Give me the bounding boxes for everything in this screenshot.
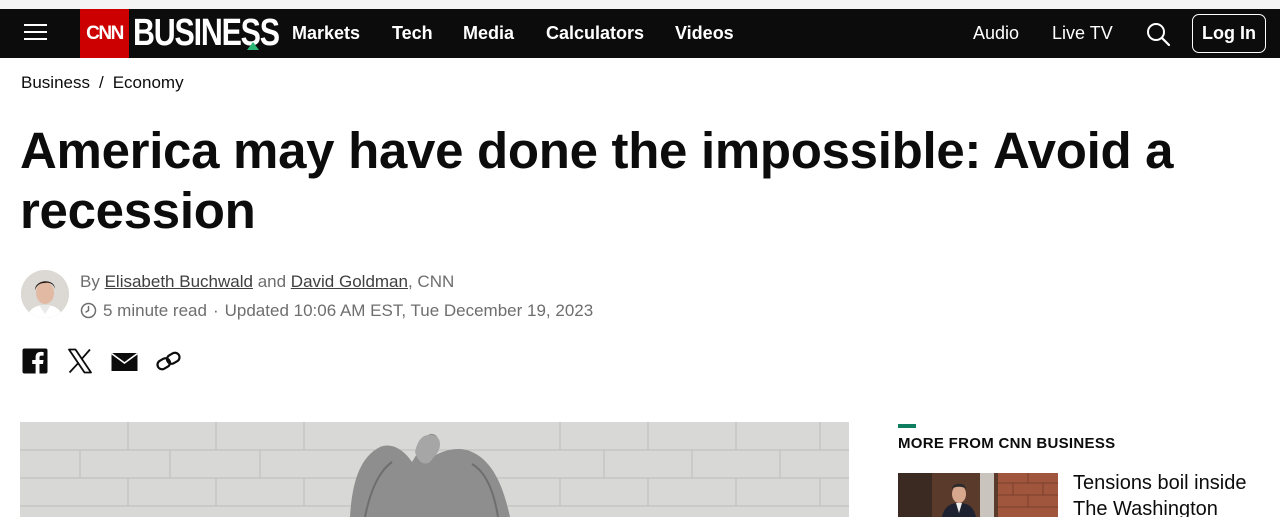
facebook-icon[interactable] xyxy=(22,347,48,375)
login-button[interactable]: Log In xyxy=(1192,14,1266,53)
triangle-accent-icon xyxy=(247,42,259,50)
menu-icon[interactable] xyxy=(24,22,47,42)
author-avatar[interactable] xyxy=(21,270,69,318)
link-icon[interactable] xyxy=(155,347,182,375)
article-meta: 5 minute read · Updated 10:06 AM EST, Tue … xyxy=(80,301,593,321)
nav-tech[interactable]: Tech xyxy=(392,9,433,58)
meta-separator: · xyxy=(212,301,219,320)
breadcrumb-business[interactable]: Business xyxy=(21,73,90,92)
section-accent-bar xyxy=(898,424,916,428)
cnn-logo: CNN xyxy=(80,9,129,58)
breadcrumb-separator: / xyxy=(98,73,104,92)
nav-media[interactable]: Media xyxy=(463,9,514,58)
byline-and: and xyxy=(257,272,287,291)
breadcrumb: Business / Economy xyxy=(21,73,184,93)
more-story-headline[interactable]: Tensions boil inside The Washington xyxy=(1073,470,1273,517)
more-from-title: MORE FROM CNN BUSINESS xyxy=(898,435,1116,452)
site-header: CNN BUSINESS Markets Tech Media Calculat… xyxy=(0,9,1280,58)
story-thumbnail[interactable] xyxy=(898,473,1058,517)
breadcrumb-economy[interactable]: Economy xyxy=(113,73,184,92)
nav-audio[interactable]: Audio xyxy=(973,9,1019,58)
read-time: 5 minute read xyxy=(103,301,207,320)
byline: By Elisabeth Buchwald and David Goldman,… xyxy=(80,272,454,292)
updated-timestamp: Updated 10:06 AM EST, Tue December 19, 2… xyxy=(224,301,594,320)
email-icon[interactable] xyxy=(111,347,138,375)
article-headline: America may have done the impossible: Av… xyxy=(20,122,1174,239)
clock-icon xyxy=(80,302,97,319)
x-icon[interactable] xyxy=(67,347,93,375)
nav-calculators[interactable]: Calculators xyxy=(546,9,644,58)
author-link-goldman[interactable]: David Goldman xyxy=(291,272,408,291)
byline-prefix: By xyxy=(80,272,100,291)
hero-image[interactable] xyxy=(20,422,849,517)
nav-videos[interactable]: Videos xyxy=(675,9,734,58)
nav-markets[interactable]: Markets xyxy=(292,9,360,58)
top-strip xyxy=(0,0,1280,9)
author-link-buchwald[interactable]: Elisabeth Buchwald xyxy=(105,272,253,291)
byline-source: , CNN xyxy=(407,272,455,291)
nav-live-tv[interactable]: Live TV xyxy=(1052,9,1113,58)
search-icon[interactable] xyxy=(1145,21,1171,47)
